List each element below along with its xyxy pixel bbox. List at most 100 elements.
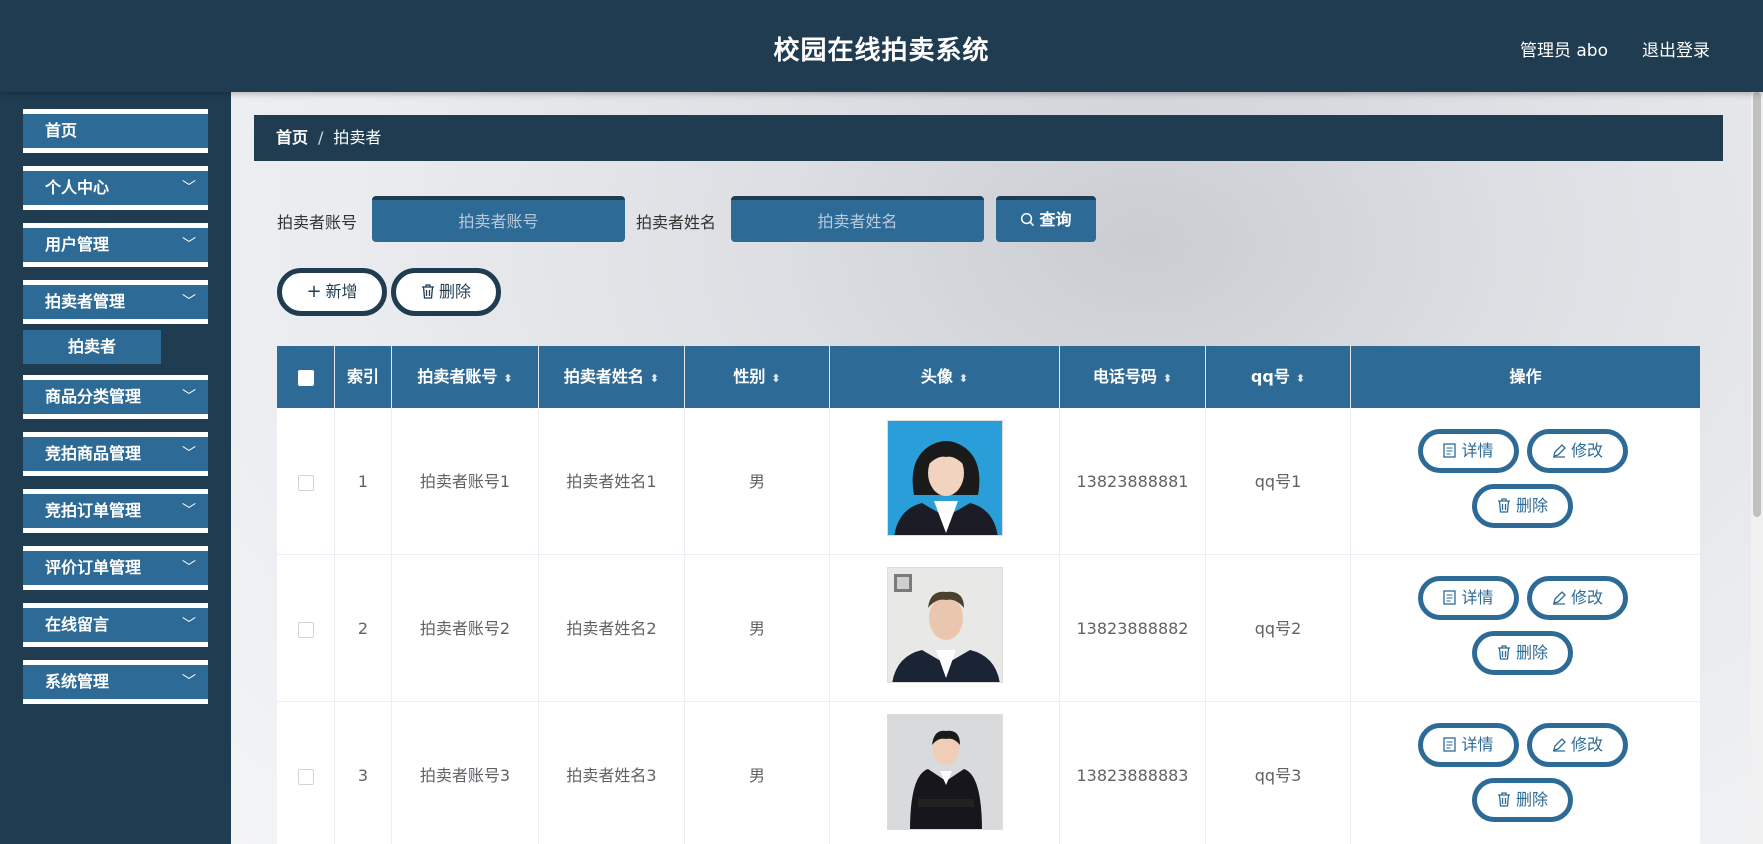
current-user: 管理员 abo: [1519, 41, 1608, 61]
sidebar-item-label: 拍卖者管理: [45, 292, 126, 311]
avatar[interactable]: [887, 714, 1003, 830]
column-header-account[interactable]: 拍卖者账号 ⬍: [392, 346, 539, 408]
column-header-label: 性别: [733, 367, 766, 386]
sort-icon[interactable]: ⬍: [1163, 372, 1172, 385]
column-header-avatar[interactable]: 头像 ⬍: [830, 346, 1060, 408]
cell-name: 拍卖者姓名1: [539, 408, 685, 555]
chevron-down-icon: ﹀: [182, 503, 196, 519]
document-icon: [1443, 443, 1457, 458]
sort-icon[interactable]: ⬍: [503, 372, 512, 385]
column-header-label: 索引: [346, 367, 379, 386]
sidebar-item-label: 个人中心: [45, 178, 110, 197]
cell-actions: 详情 修改 删除: [1351, 555, 1700, 702]
cell-gender: 男: [685, 408, 830, 555]
delete-button[interactable]: 删除: [1472, 484, 1573, 528]
edit-button[interactable]: 修改: [1527, 576, 1628, 620]
cell-index: 1: [335, 408, 392, 555]
edit-button-label: 修改: [1570, 588, 1603, 607]
detail-button[interactable]: 详情: [1418, 723, 1519, 767]
name-search-input[interactable]: [731, 196, 984, 242]
cell-qq: qq号2: [1206, 555, 1351, 702]
scrollbar-thumb[interactable]: [1753, 92, 1761, 517]
edit-button-label: 修改: [1570, 735, 1603, 754]
column-header-name[interactable]: 拍卖者姓名 ⬍: [539, 346, 685, 408]
chevron-down-icon: ﹀: [182, 560, 196, 576]
sidebar-item-home[interactable]: 首页: [23, 109, 208, 153]
detail-button-label: 详情: [1461, 588, 1494, 607]
sidebar-item-auction-goods[interactable]: 竞拍商品管理 ﹀: [23, 432, 208, 476]
cell-name: 拍卖者姓名3: [539, 702, 685, 844]
delete-button-label: 删除: [1515, 496, 1548, 515]
cell-phone: 13823888883: [1060, 702, 1206, 844]
sort-icon[interactable]: ⬍: [650, 372, 659, 385]
edit-button[interactable]: 修改: [1527, 723, 1628, 767]
sidebar-item-system[interactable]: 系统管理 ﹀: [23, 660, 208, 704]
pencil-icon: [1552, 444, 1566, 458]
detail-button[interactable]: 详情: [1418, 429, 1519, 473]
delete-button-label: 删除: [438, 282, 471, 301]
logout-link[interactable]: 退出登录: [1642, 36, 1710, 61]
main-content: 首页 / 拍卖者 拍卖者账号 拍卖者姓名 查询 +新增 删除 索引 拍卖者账号 ⬍ 拍…: [231, 92, 1751, 844]
column-header-gender[interactable]: 性别 ⬍: [685, 346, 830, 408]
query-button[interactable]: 查询: [996, 196, 1096, 242]
chevron-down-icon: ﹀: [182, 180, 196, 196]
sort-icon[interactable]: ⬍: [959, 372, 968, 385]
sidebar-item-review-orders[interactable]: 评价订单管理 ﹀: [23, 546, 208, 590]
sort-icon[interactable]: ⬍: [1296, 372, 1305, 385]
sidebar-item-user-management[interactable]: 用户管理 ﹀: [23, 223, 208, 267]
sidebar-item-label: 在线留言: [45, 615, 110, 634]
select-all-checkbox[interactable]: [297, 369, 314, 386]
row-checkbox[interactable]: [297, 621, 314, 638]
cell-actions: 详情 修改 删除: [1351, 702, 1700, 844]
cell-gender: 男: [685, 555, 830, 702]
account-search-label: 拍卖者账号: [277, 213, 358, 232]
breadcrumb-separator: /: [318, 128, 324, 147]
sidebar-item-label: 用户管理: [45, 235, 110, 254]
breadcrumb: 首页 / 拍卖者: [254, 115, 1723, 161]
cell-actions: 详情 修改 删除: [1351, 408, 1700, 555]
cell-qq: qq号1: [1206, 408, 1351, 555]
query-button-label: 查询: [1039, 210, 1072, 229]
select-all-cell: [277, 346, 335, 408]
sidebar-item-messages[interactable]: 在线留言 ﹀: [23, 603, 208, 647]
sidebar-item-auctioneer-management[interactable]: 拍卖者管理 ﹀: [23, 280, 208, 324]
breadcrumb-current: 拍卖者: [333, 128, 382, 147]
cell-account: 拍卖者账号1: [392, 408, 539, 555]
trash-icon: [1497, 498, 1510, 513]
edit-button[interactable]: 修改: [1527, 429, 1628, 473]
edit-button-label: 修改: [1570, 441, 1603, 460]
cell-avatar: [830, 555, 1060, 702]
plus-icon: +: [306, 281, 322, 302]
batch-delete-button[interactable]: 删除: [391, 268, 501, 316]
sort-icon[interactable]: ⬍: [771, 372, 780, 385]
sidebar-item-label: 商品分类管理: [45, 387, 142, 406]
avatar[interactable]: [887, 567, 1003, 683]
cell-index: 2: [335, 555, 392, 702]
sidebar-item-personal-center[interactable]: 个人中心 ﹀: [23, 166, 208, 210]
sidebar-item-label: 评价订单管理: [45, 558, 142, 577]
sidebar-subitem-auctioneer[interactable]: 拍卖者: [23, 330, 161, 364]
cell-avatar: [830, 702, 1060, 844]
chevron-down-icon: ﹀: [182, 617, 196, 633]
row-checkbox[interactable]: [297, 474, 314, 491]
breadcrumb-home[interactable]: 首页: [276, 128, 308, 147]
vertical-scrollbar[interactable]: [1751, 92, 1763, 844]
chevron-down-icon: ﹀: [182, 294, 196, 310]
detail-button-label: 详情: [1461, 735, 1494, 754]
add-button[interactable]: + 新增: [277, 268, 387, 316]
sidebar-item-category-management[interactable]: 商品分类管理 ﹀: [23, 375, 208, 419]
account-search-input[interactable]: [372, 196, 625, 242]
sidebar-item-auction-orders[interactable]: 竞拍订单管理 ﹀: [23, 489, 208, 533]
column-header-qq[interactable]: qq号 ⬍: [1206, 346, 1351, 408]
sidebar-item-label: 首页: [45, 121, 78, 140]
detail-button[interactable]: 详情: [1418, 576, 1519, 620]
row-checkbox[interactable]: [297, 768, 314, 785]
delete-button[interactable]: 删除: [1472, 631, 1573, 675]
table-row: 3 拍卖者账号3 拍卖者姓名3 男 13823888883 qq号3 详情 修改…: [277, 702, 1700, 844]
column-header-phone[interactable]: 电话号码 ⬍: [1060, 346, 1206, 408]
delete-button[interactable]: 删除: [1472, 778, 1573, 822]
document-icon: [1443, 737, 1457, 752]
cell-qq: qq号3: [1206, 702, 1351, 844]
chevron-down-icon: ﹀: [182, 674, 196, 690]
avatar[interactable]: [887, 420, 1003, 536]
